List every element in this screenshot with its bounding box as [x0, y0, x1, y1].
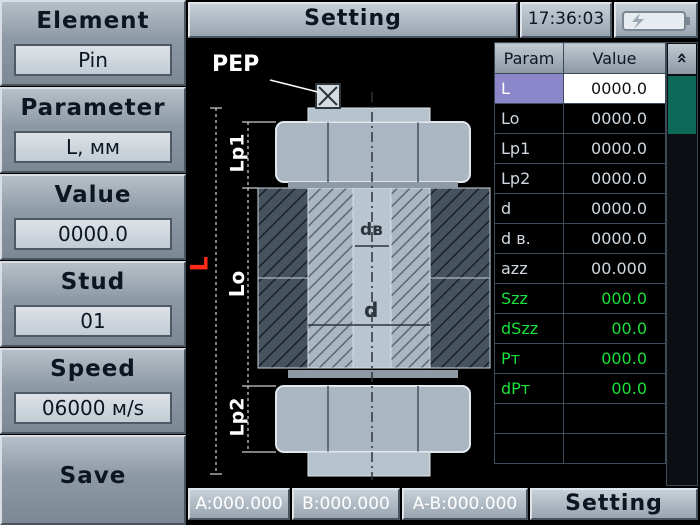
value-button[interactable]: Value 0000.0	[0, 174, 186, 260]
row-value: 00.0	[563, 313, 666, 344]
table-row	[494, 403, 666, 434]
stud-button[interactable]: Stud 01	[0, 261, 186, 347]
dv-label: dв	[360, 220, 383, 240]
row-param: Lo	[494, 103, 564, 134]
marker-a: A:000.000	[188, 488, 290, 520]
table-row[interactable]: L 0000.0	[494, 73, 666, 104]
speed-value: 06000 м/s	[14, 392, 172, 424]
value-label: Value	[54, 182, 132, 208]
row-value: 000.0	[563, 283, 666, 314]
table-row[interactable]: Lp2 0000.0	[494, 163, 666, 194]
row-param: d в.	[494, 223, 564, 254]
row-value	[563, 433, 666, 464]
clock: 17:36:03	[527, 9, 605, 29]
row-value: 000.0	[563, 343, 666, 374]
table-row	[494, 433, 666, 464]
row-param: dPт	[494, 373, 564, 404]
row-param: dSzz	[494, 313, 564, 344]
header-param: Param	[494, 42, 564, 74]
row-value: 0000.0	[563, 73, 666, 104]
lp2-label: Lp2	[226, 397, 249, 437]
table-row[interactable]: Lo 0000.0	[494, 103, 666, 134]
row-param: azz	[494, 253, 564, 284]
clock-box: 17:36:03	[520, 2, 612, 38]
row-param: Lp1	[494, 133, 564, 164]
table-row[interactable]: Pт 000.0	[494, 343, 666, 374]
scroll-up-icon[interactable]: »	[668, 44, 696, 74]
parameter-value: L, мм	[14, 131, 172, 163]
table-row[interactable]: dPт 00.0	[494, 373, 666, 404]
speed-button[interactable]: Speed 06000 м/s	[0, 348, 186, 434]
parameter-button[interactable]: Parameter L, мм	[0, 87, 186, 173]
parameter-label: Parameter	[20, 95, 166, 121]
element-label: Element	[36, 8, 150, 34]
row-param	[494, 403, 564, 434]
save-label: Save	[59, 463, 127, 489]
header-value: Value	[563, 42, 666, 74]
marker-ab: A-B:000.000	[402, 488, 528, 520]
pin-diagram: PEP L Lp1 Lo Lp2 dв d	[185, 40, 494, 486]
table-row[interactable]: Szz 000.0	[494, 283, 666, 314]
table-row[interactable]: d в. 0000.0	[494, 223, 666, 254]
row-param: L	[494, 73, 564, 104]
save-button[interactable]: Save	[0, 435, 186, 525]
lo-label: Lo	[225, 270, 250, 298]
row-value: 0000.0	[563, 163, 666, 194]
scroll-thumb[interactable]	[668, 76, 696, 134]
table-row[interactable]: azz 00.000	[494, 253, 666, 284]
row-param: Lp2	[494, 163, 564, 194]
element-button[interactable]: Element Pin	[0, 0, 186, 86]
l-label: L	[185, 256, 214, 272]
row-value	[563, 403, 666, 434]
marker-b: B:000.000	[292, 488, 400, 520]
value-value: 0000.0	[14, 218, 172, 250]
battery-icon	[622, 10, 692, 36]
param-table: Param Value L 0000.0 Lo 0000.0 Lp1 0000.0 L…	[494, 42, 666, 464]
mode-button[interactable]: Setting	[530, 488, 698, 520]
stud-value: 01	[14, 305, 172, 337]
row-param: Pт	[494, 343, 564, 374]
page-title: Setting	[304, 6, 402, 31]
header-title-bar: Setting	[188, 2, 518, 38]
lp1-label: Lp1	[226, 133, 249, 173]
element-value: Pin	[14, 44, 172, 76]
table-header-row: Param Value	[494, 42, 666, 74]
speed-label: Speed	[50, 356, 136, 382]
row-value: 00.000	[563, 253, 666, 284]
row-value: 0000.0	[563, 193, 666, 224]
table-row[interactable]: Lp1 0000.0	[494, 133, 666, 164]
battery-box	[614, 2, 698, 38]
table-row[interactable]: dSzz 00.0	[494, 313, 666, 344]
row-param	[494, 433, 564, 464]
row-param: d	[494, 193, 564, 224]
row-value: 0000.0	[563, 133, 666, 164]
stud-label: Stud	[60, 269, 126, 295]
row-param: Szz	[494, 283, 564, 314]
pep-label: PEP	[212, 52, 260, 77]
row-value: 0000.0	[563, 103, 666, 134]
row-value: 00.0	[563, 373, 666, 404]
d-label: d	[364, 298, 379, 322]
row-value: 0000.0	[563, 223, 666, 254]
table-row[interactable]: d 0000.0	[494, 193, 666, 224]
table-scrollbar[interactable]: »	[666, 42, 698, 486]
